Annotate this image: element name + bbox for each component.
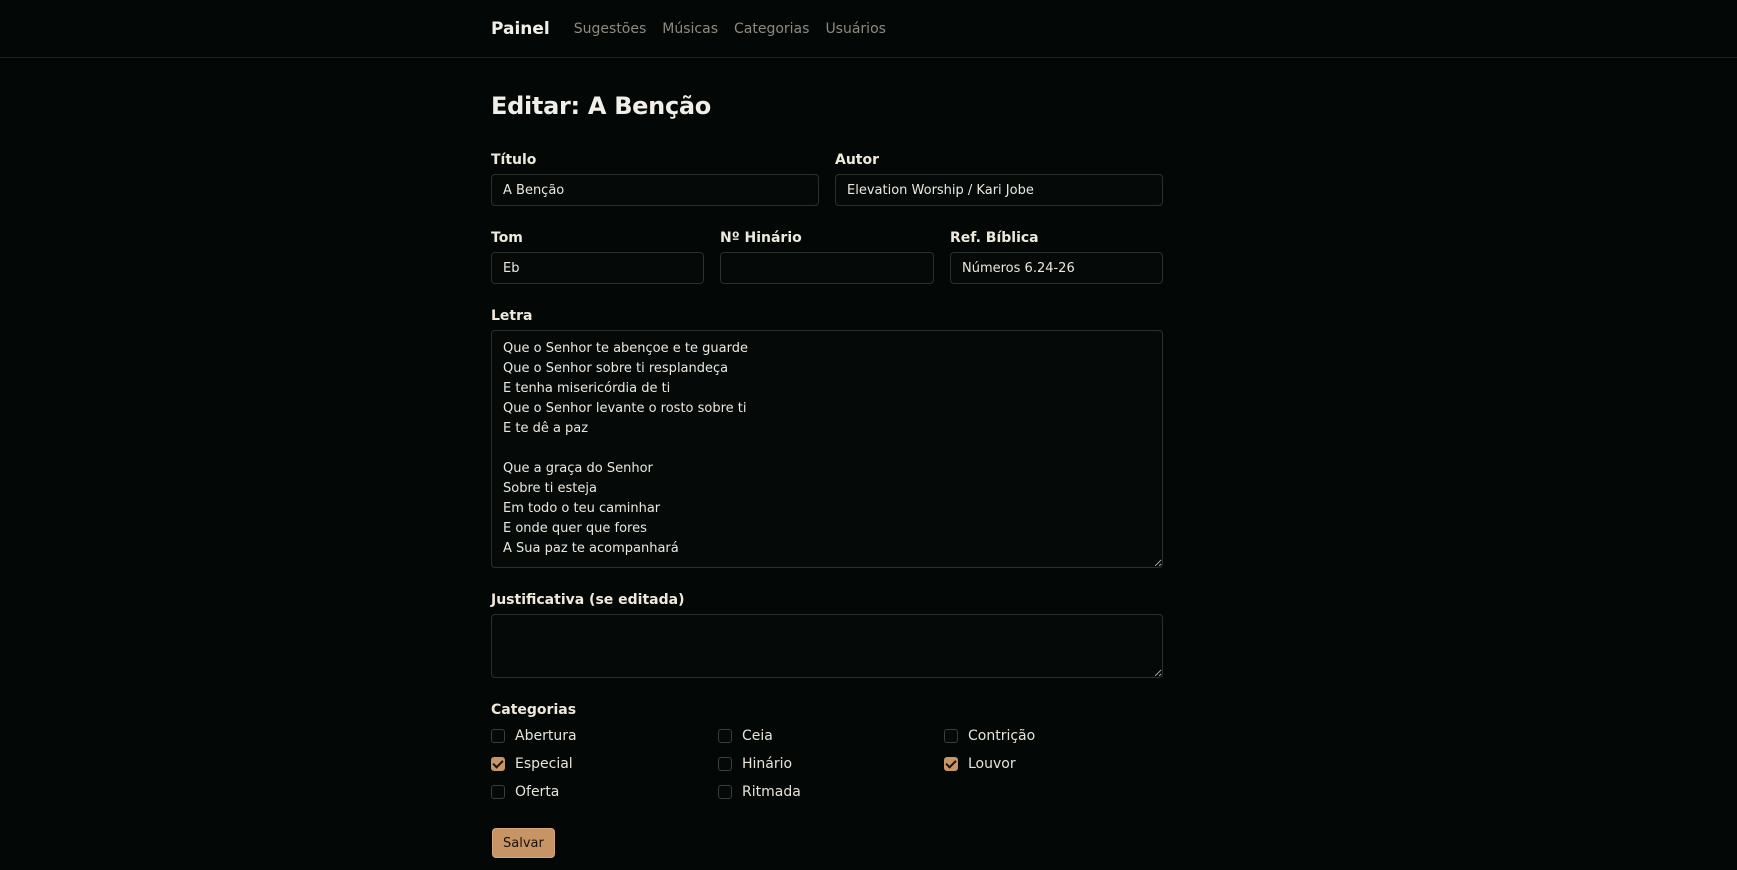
- justificativa-textarea[interactable]: [491, 614, 1163, 678]
- category-label: Hinário: [742, 756, 793, 772]
- category-label: Ritmada: [742, 784, 801, 800]
- checkbox-box[interactable]: [718, 729, 732, 743]
- checkbox-box-checked[interactable]: [944, 757, 958, 771]
- titulo-input[interactable]: [491, 174, 819, 206]
- category-checkbox-louvor[interactable]: Louvor: [944, 756, 1016, 772]
- justificativa-label: Justificativa (se editada): [491, 592, 685, 608]
- categorias-label: Categorias: [491, 702, 577, 718]
- category-checkbox-ritmada[interactable]: Ritmada: [718, 784, 801, 800]
- checkbox-box[interactable]: [491, 785, 505, 799]
- checkbox-box[interactable]: [718, 757, 732, 771]
- titulo-field: Título: [491, 152, 819, 206]
- brand-logo[interactable]: Painel: [491, 19, 550, 39]
- save-button[interactable]: Salvar: [492, 828, 555, 858]
- ref-biblica-input[interactable]: [950, 252, 1163, 284]
- nav-link-categorias[interactable]: Categorias: [734, 21, 809, 37]
- category-checkbox-ceia[interactable]: Ceia: [718, 728, 773, 744]
- autor-input[interactable]: [835, 174, 1163, 206]
- checkbox-box[interactable]: [491, 729, 505, 743]
- tom-field: Tom: [491, 230, 704, 284]
- checkbox-box[interactable]: [718, 785, 732, 799]
- letra-textarea[interactable]: Que o Senhor te abençoe e te guarde Que …: [491, 330, 1163, 568]
- category-checkbox-abertura[interactable]: Abertura: [491, 728, 577, 744]
- autor-field: Autor: [835, 152, 1163, 206]
- checkbox-box-checked[interactable]: [491, 757, 505, 771]
- category-label: Especial: [515, 756, 573, 772]
- category-label: Louvor: [968, 756, 1016, 772]
- letra-label: Letra: [491, 308, 533, 324]
- top-nav: Painel Sugestões Músicas Categorias Usuá…: [0, 0, 1737, 58]
- nav-link-musicas[interactable]: Músicas: [662, 21, 718, 37]
- ref-biblica-label: Ref. Bíblica: [950, 230, 1039, 246]
- titulo-label: Título: [491, 152, 537, 168]
- tom-input[interactable]: [491, 252, 704, 284]
- edit-form: Editar: A Benção Título Autor Tom Nº Hin…: [491, 58, 1163, 858]
- ref-biblica-field: Ref. Bíblica: [950, 230, 1163, 284]
- hinario-input[interactable]: [720, 252, 934, 284]
- justificativa-field: Justificativa (se editada): [491, 592, 1163, 678]
- category-label: Abertura: [515, 728, 577, 744]
- category-checkbox-hinario[interactable]: Hinário: [718, 756, 792, 772]
- page-title: Editar: A Benção: [491, 92, 711, 120]
- category-label: Ceia: [742, 728, 773, 744]
- autor-label: Autor: [835, 152, 880, 168]
- checkbox-box[interactable]: [944, 729, 958, 743]
- nav-link-usuarios[interactable]: Usuários: [825, 21, 886, 37]
- category-checkbox-especial[interactable]: Especial: [491, 756, 573, 772]
- category-label: Oferta: [515, 784, 560, 800]
- nav-link-sugestoes[interactable]: Sugestões: [574, 21, 647, 37]
- hinario-field: Nº Hinário: [720, 230, 934, 284]
- hinario-label: Nº Hinário: [720, 230, 802, 246]
- category-checkbox-contricao[interactable]: Contrição: [944, 728, 1035, 744]
- tom-label: Tom: [491, 230, 523, 246]
- category-checkbox-oferta[interactable]: Oferta: [491, 784, 559, 800]
- category-label: Contrição: [968, 728, 1036, 744]
- letra-field: Letra Que o Senhor te abençoe e te guard…: [491, 308, 1163, 568]
